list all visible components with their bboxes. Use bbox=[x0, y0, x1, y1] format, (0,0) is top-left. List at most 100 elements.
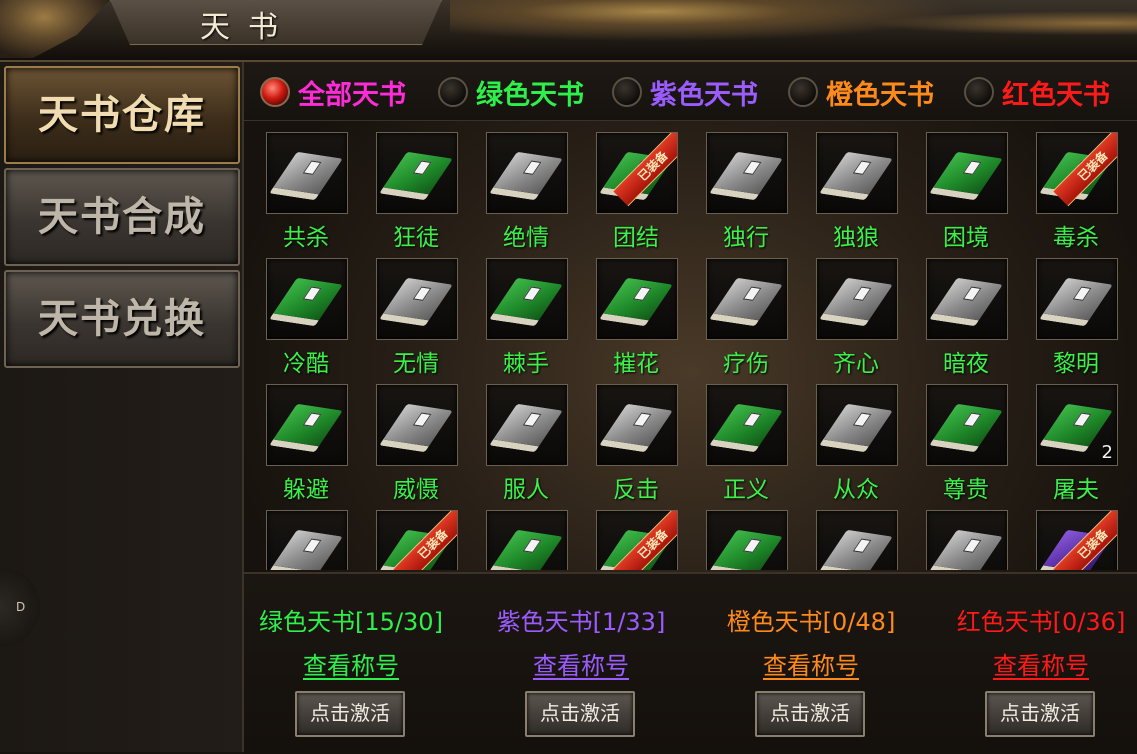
book-slot[interactable] bbox=[376, 132, 458, 214]
book-name: 躲避 bbox=[283, 477, 329, 503]
summary-column: 红色天书[0/36] 查看称号 点击激活 bbox=[930, 574, 1137, 754]
book-name: 屠夫 bbox=[1053, 477, 1099, 503]
activate-button[interactable]: 点击激活 bbox=[985, 691, 1095, 737]
book-emblem-icon bbox=[852, 538, 872, 553]
grey-book-icon bbox=[929, 277, 1003, 327]
book-slot[interactable]: 已装备 bbox=[1036, 132, 1118, 214]
book-cell: 从众 bbox=[812, 384, 922, 510]
activate-button[interactable]: 点击激活 bbox=[525, 691, 635, 737]
collection-progress: 紫色天书[1/33] bbox=[496, 608, 666, 636]
book-slot[interactable] bbox=[816, 384, 898, 466]
book-cell: 独狼 bbox=[812, 132, 922, 258]
activate-button[interactable]: 点击激活 bbox=[755, 691, 865, 737]
dragon-ornament-left bbox=[0, 0, 110, 58]
view-title-link[interactable]: 查看称号 bbox=[470, 646, 692, 681]
book-name: 尊贵 bbox=[943, 477, 989, 503]
book-cell: 棘手 bbox=[482, 258, 592, 384]
filter-bar: 全部天书 绿色天书 紫色天书 橙色天书 红色天书 bbox=[244, 62, 1137, 121]
book-cell: 服人 bbox=[482, 384, 592, 510]
book-slot[interactable]: 已装备 bbox=[596, 510, 678, 570]
book-slot[interactable] bbox=[706, 132, 788, 214]
filter-4[interactable]: 红色天书 bbox=[964, 74, 1110, 111]
book-emblem-icon bbox=[522, 160, 542, 175]
book-emblem-icon bbox=[302, 286, 322, 301]
book-slot[interactable] bbox=[706, 510, 788, 570]
grey-book-icon bbox=[709, 277, 783, 327]
radio-icon[interactable] bbox=[260, 77, 290, 107]
filter-2[interactable]: 紫色天书 bbox=[612, 74, 758, 111]
filter-1[interactable]: 绿色天书 bbox=[438, 74, 584, 111]
view-title-link[interactable]: 查看称号 bbox=[700, 646, 922, 681]
sidebar-item-exchange[interactable]: 天书兑换 bbox=[4, 270, 240, 368]
filter-3[interactable]: 橙色天书 bbox=[788, 74, 934, 111]
green-book-icon bbox=[489, 277, 563, 327]
sidebar-item-synthesis[interactable]: 天书合成 bbox=[4, 168, 240, 266]
book-slot[interactable] bbox=[266, 258, 348, 340]
radio-icon[interactable] bbox=[788, 77, 818, 107]
book-slot[interactable] bbox=[486, 258, 568, 340]
radio-icon[interactable] bbox=[612, 77, 642, 107]
book-slot[interactable] bbox=[1036, 258, 1118, 340]
book-slot[interactable] bbox=[596, 384, 678, 466]
book-name: 团结 bbox=[613, 225, 659, 251]
grey-book-icon bbox=[709, 151, 783, 201]
book-slot[interactable] bbox=[596, 258, 678, 340]
radio-icon[interactable] bbox=[964, 77, 994, 107]
green-book-icon bbox=[269, 277, 343, 327]
book-slot[interactable] bbox=[926, 384, 1008, 466]
book-slot[interactable] bbox=[926, 510, 1008, 570]
view-title-link[interactable]: 查看称号 bbox=[930, 646, 1137, 681]
book-slot[interactable] bbox=[376, 384, 458, 466]
radio-icon[interactable] bbox=[438, 77, 468, 107]
book-emblem-icon bbox=[1072, 286, 1092, 301]
grey-book-icon bbox=[599, 403, 673, 453]
book-slot[interactable] bbox=[816, 258, 898, 340]
book-slot[interactable] bbox=[706, 384, 788, 466]
book-slot[interactable]: 已装备 bbox=[1036, 510, 1118, 570]
book-slot[interactable]: 已装备 bbox=[376, 510, 458, 570]
book-cell: 尊贵 bbox=[922, 384, 1032, 510]
title-bar: 天书 bbox=[0, 0, 1137, 62]
book-cell: 暗夜 bbox=[922, 258, 1032, 384]
book-slot[interactable]: 已装备 bbox=[596, 132, 678, 214]
book-emblem-icon bbox=[302, 538, 322, 553]
book-cell: 躲避 bbox=[262, 384, 372, 510]
book-cell bbox=[812, 510, 922, 570]
side-collapse-handle[interactable]: D bbox=[0, 567, 40, 647]
sidebar-item-warehouse[interactable]: 天书仓库 bbox=[4, 66, 240, 164]
grey-book-icon bbox=[1039, 277, 1113, 327]
book-name: 摧花 bbox=[613, 351, 659, 377]
book-cell: 2 屠夫 bbox=[1032, 384, 1137, 510]
green-book-icon bbox=[379, 151, 453, 201]
book-slot[interactable] bbox=[706, 258, 788, 340]
book-name: 黎明 bbox=[1053, 351, 1099, 377]
filter-label: 红色天书 bbox=[1002, 79, 1110, 111]
book-name: 共杀 bbox=[283, 225, 329, 251]
book-slot[interactable] bbox=[266, 384, 348, 466]
filter-label: 全部天书 bbox=[298, 79, 406, 111]
book-slot[interactable] bbox=[486, 384, 568, 466]
book-emblem-icon bbox=[742, 286, 762, 301]
book-slot[interactable] bbox=[926, 258, 1008, 340]
book-name: 狂徒 bbox=[393, 225, 439, 251]
filter-label: 橙色天书 bbox=[826, 79, 934, 111]
book-cell: 威慑 bbox=[372, 384, 482, 510]
book-emblem-icon bbox=[962, 286, 982, 301]
book-slot[interactable] bbox=[926, 132, 1008, 214]
book-slot[interactable] bbox=[486, 510, 568, 570]
book-slot[interactable] bbox=[486, 132, 568, 214]
book-emblem-icon bbox=[412, 160, 432, 175]
book-slot[interactable] bbox=[376, 258, 458, 340]
book-cell: 已装备 bbox=[1032, 510, 1137, 570]
book-slot[interactable] bbox=[266, 510, 348, 570]
book-slot[interactable] bbox=[816, 132, 898, 214]
filter-0[interactable]: 全部天书 bbox=[260, 74, 406, 111]
summary-column: 橙色天书[0/48] 查看称号 点击激活 bbox=[700, 574, 922, 754]
book-name: 冷酷 bbox=[283, 351, 329, 377]
view-title-link[interactable]: 查看称号 bbox=[240, 646, 462, 681]
book-slot[interactable] bbox=[266, 132, 348, 214]
activate-button[interactable]: 点击激活 bbox=[295, 691, 405, 737]
book-slot[interactable]: 2 bbox=[1036, 384, 1118, 466]
book-slot[interactable] bbox=[816, 510, 898, 570]
green-book-icon bbox=[599, 277, 673, 327]
